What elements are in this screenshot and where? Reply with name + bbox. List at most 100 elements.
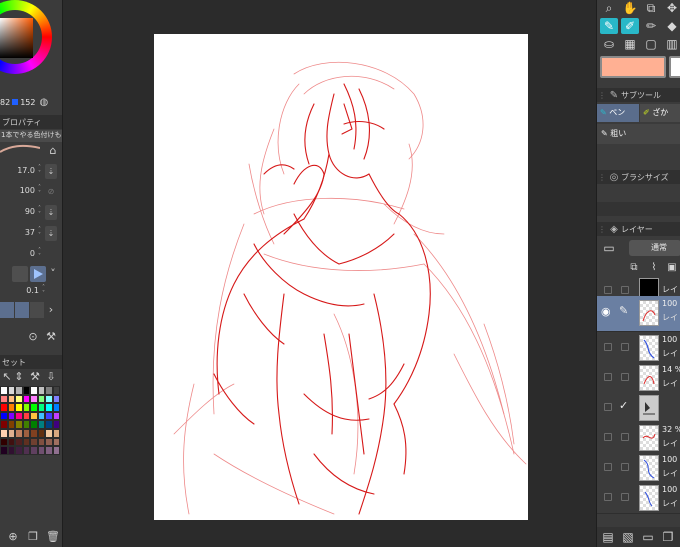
lock-icon[interactable]: ⌂: [46, 144, 60, 158]
pen-tool-icon[interactable]: ✎: [600, 18, 618, 34]
edit-toggle[interactable]: [621, 343, 629, 351]
main-color-swatch[interactable]: [600, 56, 666, 78]
spinner-icon[interactable]: ˄ ˅: [36, 185, 43, 198]
brush-tool-icon[interactable]: ✐: [621, 18, 639, 34]
property-row-hardness[interactable]: 0 ˄ ˅: [0, 247, 62, 263]
property-row-size[interactable]: 17.0 ˄ ˅ ⇣: [0, 164, 62, 180]
color-set-title: セット: [2, 357, 26, 367]
visibility-toggle[interactable]: [604, 343, 612, 351]
mode-toggle-button[interactable]: [12, 266, 28, 282]
segment-button[interactable]: [0, 302, 14, 318]
pen-icon[interactable]: ✎: [619, 304, 628, 317]
pressure-icon[interactable]: ⇣: [45, 164, 57, 179]
frame-icon[interactable]: ▢: [642, 36, 660, 52]
layer-thumbnail: [639, 425, 659, 451]
wrench-icon[interactable]: ⚒: [28, 370, 42, 384]
edit-toggle[interactable]: [621, 286, 629, 294]
copy-layer-icon[interactable]: ❐: [659, 529, 677, 545]
subtool-tab-pen[interactable]: ✎ ペン: [597, 104, 639, 122]
blend-mode-select[interactable]: 通常: [629, 240, 680, 256]
edit-toggle[interactable]: [621, 463, 629, 471]
pressure-icon[interactable]: ⇣: [45, 226, 57, 241]
layer-row[interactable]: 100 レイ: [597, 452, 680, 484]
zoom-icon[interactable]: ⌕: [600, 0, 618, 16]
property-row-stabilization[interactable]: 37 ˄ ˅ ⇣: [0, 226, 62, 242]
property-row-extra[interactable]: 0.1 ˄ ˅: [0, 284, 62, 300]
add-color-icon[interactable]: ⊕: [6, 530, 20, 544]
pressure-icon[interactable]: ⇣: [45, 205, 57, 220]
pencil-icon[interactable]: ✏: [642, 18, 660, 34]
clip-icon[interactable]: ⌇: [645, 260, 663, 276]
property-row-density[interactable]: 90 ˄ ˅ ⇣: [0, 205, 62, 221]
layer-row-selected[interactable]: ◉ ✎ 100 レイ: [597, 296, 680, 332]
layer-name: レイ: [662, 379, 678, 388]
import-icon[interactable]: ⇩: [44, 370, 58, 384]
new-vector-layer-icon[interactable]: ▧: [619, 529, 637, 545]
brush-list-item[interactable]: ✎ 粗い: [597, 124, 680, 144]
spinner-icon[interactable]: ˄ ˅: [36, 248, 43, 261]
color-wheel[interactable]: [0, 0, 52, 88]
eye-icon[interactable]: ◉: [601, 305, 611, 318]
spinner-icon[interactable]: ˄ ˅: [36, 165, 43, 178]
color-b-value: 152: [20, 97, 36, 107]
reference-icon[interactable]: ▣: [663, 260, 680, 276]
visibility-toggle[interactable]: [604, 493, 612, 501]
spinner-icon[interactable]: ˄ ˅: [36, 206, 43, 219]
eraser-icon[interactable]: ◆: [663, 18, 680, 34]
saturation-value-square[interactable]: [0, 18, 33, 58]
layer-thumbnail: [639, 335, 659, 361]
grip-icon[interactable]: ⋮: [597, 91, 607, 100]
visibility-toggle[interactable]: [604, 403, 612, 411]
visibility-toggle[interactable]: [604, 373, 612, 381]
spinner-icon[interactable]: ˄ ˅: [36, 227, 43, 240]
visibility-toggle[interactable]: [604, 433, 612, 441]
edit-toggle[interactable]: [621, 373, 629, 381]
trash-icon[interactable]: 🗑: [46, 530, 60, 544]
duplicate-icon[interactable]: ❐: [26, 530, 40, 544]
layer-row[interactable]: 32 % レイ: [597, 422, 680, 454]
move-icon[interactable]: ✥: [663, 0, 680, 16]
drawing-canvas[interactable]: [154, 34, 528, 520]
transform-icon[interactable]: ⧉: [642, 0, 660, 16]
color-palette[interactable]: [0, 386, 60, 455]
layer-row[interactable]: 100 レイ: [597, 332, 680, 364]
chevron-right-icon[interactable]: ›: [44, 303, 58, 317]
segment-button[interactable]: [30, 302, 44, 318]
play-mode-icon[interactable]: [30, 266, 46, 282]
edit-toggle[interactable]: [621, 493, 629, 501]
layer-opacity: 14 %: [662, 365, 680, 374]
new-folder-icon[interactable]: ▭: [639, 529, 657, 545]
property-row-opacity[interactable]: 100 ˄ ˅ ⊘: [0, 184, 62, 200]
new-raster-layer-icon[interactable]: ▤: [599, 529, 617, 545]
ruler-icon[interactable]: ▥: [663, 36, 680, 52]
layer-option-icon[interactable]: ⧉: [625, 260, 643, 276]
subtool-tab-brush[interactable]: ✐ ざか: [640, 104, 680, 122]
spinner-icon[interactable]: ˄ ˅: [40, 285, 47, 298]
visibility-toggle[interactable]: [604, 463, 612, 471]
layer-mode-icon[interactable]: ▭: [600, 240, 618, 256]
layer-opacity: 100: [662, 299, 678, 308]
sub-color-swatch[interactable]: [669, 56, 680, 78]
settings-icon[interactable]: ⊙: [26, 330, 40, 344]
layer-name: レイ: [662, 439, 678, 448]
grip-icon[interactable]: ⋮: [597, 173, 607, 182]
brush-size-title: ブラシサイズ: [621, 172, 669, 182]
gradient-icon[interactable]: ▦: [621, 36, 639, 52]
checkmark-icon[interactable]: ✓: [619, 399, 628, 412]
wrench-icon[interactable]: ⚒: [44, 330, 58, 344]
grip-icon[interactable]: ⋮: [597, 225, 607, 234]
layer-row[interactable]: 100 レイ: [597, 482, 680, 514]
layer-row[interactable]: 14 % レイ: [597, 362, 680, 394]
fill-bucket-icon[interactable]: ⛀: [600, 36, 618, 52]
color-mode-icon[interactable]: ◍: [39, 97, 48, 108]
edit-toggle[interactable]: [621, 433, 629, 441]
segment-button[interactable]: [15, 302, 29, 318]
layer-folder-row[interactable]: ✓: [597, 392, 680, 424]
visibility-toggle[interactable]: [604, 286, 612, 294]
layer-opacity: 100: [662, 485, 678, 494]
chevron-down-icon[interactable]: ˅: [46, 267, 60, 281]
brush-item-label: 粗い: [610, 129, 627, 138]
hand-icon[interactable]: ✋: [621, 0, 639, 16]
stepper-icon[interactable]: ⇕: [12, 370, 26, 384]
brush-size-strip[interactable]: [597, 202, 680, 216]
